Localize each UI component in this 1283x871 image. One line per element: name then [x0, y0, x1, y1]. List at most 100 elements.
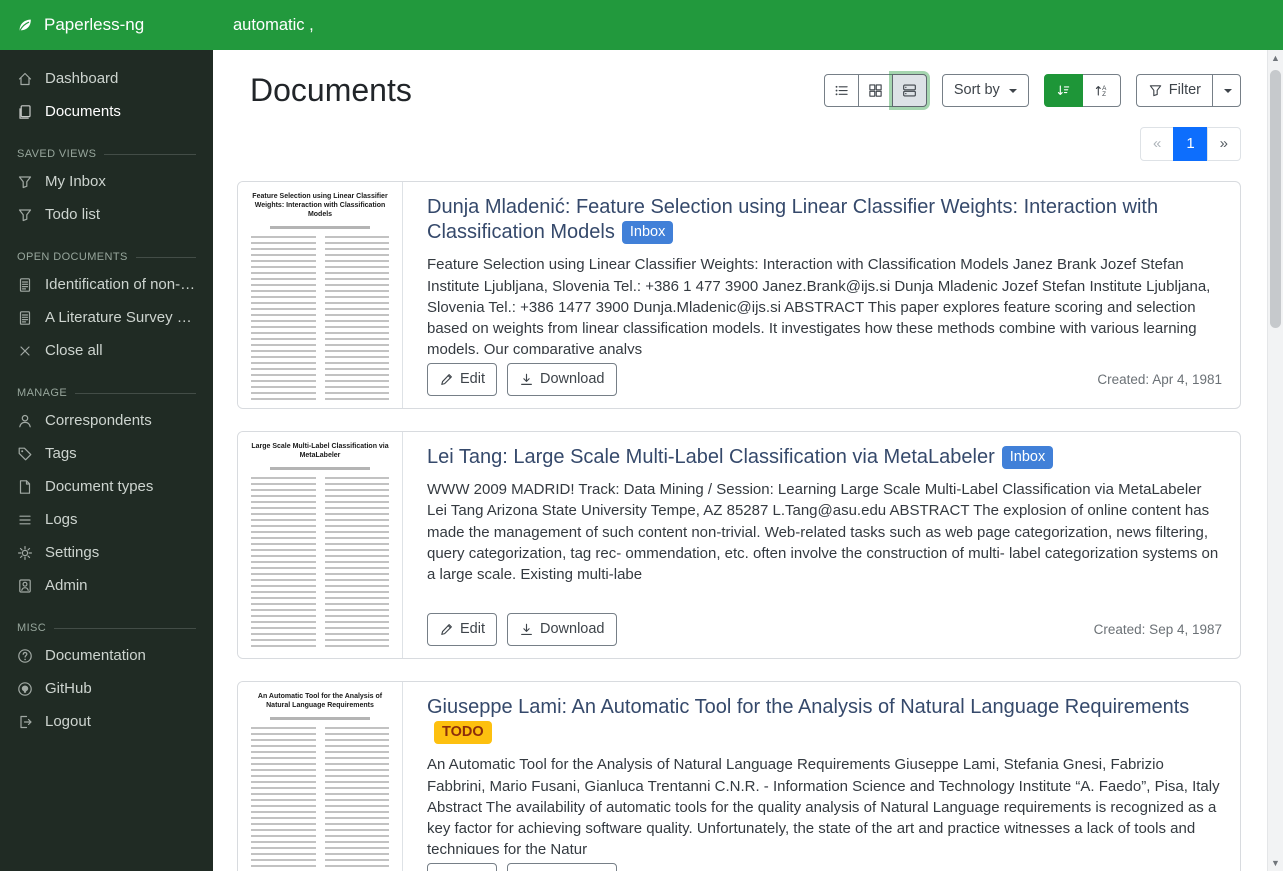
- sidebar-item-close-all[interactable]: Close all: [0, 334, 213, 367]
- sidebar-item-label: Todo list: [45, 206, 100, 223]
- sidebar-item-label: Dashboard: [45, 70, 118, 87]
- sidebar-item-label: GitHub: [45, 680, 92, 697]
- file-icon: [17, 479, 33, 495]
- sort-direction-group: [1044, 74, 1121, 107]
- documents-page: Documents Sort by: [213, 50, 1267, 871]
- sidebar-item-github[interactable]: GitHub: [0, 672, 213, 705]
- view-details-button[interactable]: [892, 74, 927, 107]
- tag-badge[interactable]: Inbox: [1002, 446, 1053, 469]
- sort-descending-button[interactable]: [1044, 74, 1083, 107]
- pagination-prev[interactable]: «: [1140, 127, 1174, 161]
- scroll-up-arrow-icon[interactable]: ▲: [1268, 50, 1283, 66]
- sidebar-item-label: My Inbox: [45, 173, 106, 190]
- sidebar-item-label: Logs: [45, 511, 78, 528]
- sidebar-item-label: Logout: [45, 713, 91, 730]
- created-date: Created: Sep 4, 1987: [1094, 622, 1222, 637]
- scroll-down-arrow-icon[interactable]: ▼: [1268, 855, 1283, 871]
- thumbnail-title: Feature Selection using Linear Classifie…: [251, 192, 389, 219]
- sidebar-item-documents[interactable]: Documents: [0, 95, 213, 128]
- filter-label: Filter: [1169, 80, 1201, 100]
- chevron-down-icon: [1224, 89, 1232, 93]
- list-view-icon: [834, 83, 849, 98]
- document-thumbnail[interactable]: Large Scale Multi-Label Classification v…: [238, 432, 403, 658]
- filter-button[interactable]: Filter: [1136, 74, 1213, 107]
- document-card: An Automatic Tool for the Analysis of Na…: [237, 681, 1241, 871]
- download-button[interactable]: Download: [507, 613, 617, 646]
- document-card: Large Scale Multi-Label Classification v…: [237, 431, 1241, 659]
- thumbnail-title: Large Scale Multi-Label Classification v…: [251, 442, 389, 460]
- sidebar-item-logout[interactable]: Logout: [0, 705, 213, 738]
- gear-icon: [17, 545, 33, 561]
- document-title: Giuseppe Lami: An Automatic Tool for the…: [427, 695, 1222, 747]
- filter-group: Filter: [1136, 74, 1241, 107]
- documents-toolbar: Sort by Filter: [824, 74, 1241, 107]
- sidebar-item-open-doc-identification[interactable]: Identification of non-fu...: [0, 268, 213, 301]
- document-title-link[interactable]: Lei Tang: Large Scale Multi-Label Classi…: [427, 446, 995, 468]
- created-date: Created: Apr 4, 1981: [1097, 372, 1222, 387]
- vertical-scrollbar[interactable]: ▲ ▼: [1267, 50, 1283, 871]
- document-excerpt: Feature Selection using Linear Classifie…: [427, 254, 1222, 353]
- thumbnail-title: An Automatic Tool for the Analysis of Na…: [251, 692, 389, 710]
- sidebar-item-documentation[interactable]: Documentation: [0, 639, 213, 672]
- tag-badge[interactable]: Inbox: [622, 221, 673, 244]
- sidebar-item-label: Correspondents: [45, 412, 152, 429]
- download-button[interactable]: Download: [507, 363, 617, 396]
- brand-link[interactable]: Paperless-ng: [0, 15, 213, 35]
- thumbnail-text-columns: [251, 727, 389, 871]
- sidebar-item-open-doc-literature-survey[interactable]: A Literature Survey on ...: [0, 301, 213, 334]
- top-navbar: Paperless-ng: [0, 0, 1283, 50]
- document-thumbnail[interactable]: An Automatic Tool for the Analysis of Na…: [238, 682, 403, 871]
- close-icon: [17, 343, 33, 359]
- download-icon: [519, 372, 534, 387]
- filter-dropdown-toggle[interactable]: [1212, 74, 1241, 107]
- sort-down-icon: [1056, 83, 1071, 98]
- page-title: Documents: [250, 72, 412, 109]
- pagination-page-1[interactable]: 1: [1173, 127, 1207, 161]
- chevron-down-icon: [1009, 89, 1017, 93]
- view-list-button[interactable]: [824, 74, 859, 107]
- sort-alpha-up-icon: [1094, 83, 1109, 98]
- document-title: Lei Tang: Large Scale Multi-Label Classi…: [427, 445, 1222, 471]
- document-thumbnail[interactable]: Feature Selection using Linear Classifie…: [238, 182, 403, 408]
- tag-badge[interactable]: TODO: [434, 721, 492, 744]
- file-text-icon: [17, 310, 33, 326]
- thumbnail-authors-line: [270, 467, 369, 470]
- download-button[interactable]: Download: [507, 863, 617, 871]
- pagination-next[interactable]: »: [1207, 127, 1241, 161]
- sidebar-item-label: Documents: [45, 103, 121, 120]
- pagination: « 1 »: [1140, 127, 1241, 161]
- funnel-icon: [1148, 83, 1163, 98]
- edit-button[interactable]: Edit: [427, 363, 497, 396]
- document-title-link[interactable]: Giuseppe Lami: An Automatic Tool for the…: [427, 696, 1189, 718]
- sidebar-item-logs[interactable]: Logs: [0, 503, 213, 536]
- sidebar-item-todo-list[interactable]: Todo list: [0, 198, 213, 231]
- document-card: Feature Selection using Linear Classifie…: [237, 181, 1241, 409]
- question-circle-icon: [17, 648, 33, 664]
- sidebar-item-label: Admin: [45, 577, 88, 594]
- sidebar-item-label: Close all: [45, 342, 103, 359]
- sidebar-item-my-inbox[interactable]: My Inbox: [0, 165, 213, 198]
- sidebar-item-settings[interactable]: Settings: [0, 536, 213, 569]
- sidebar-item-admin[interactable]: Admin: [0, 569, 213, 602]
- sidebar-item-document-types[interactable]: Document types: [0, 470, 213, 503]
- sidebar-item-dashboard[interactable]: Dashboard: [0, 62, 213, 95]
- funnel-icon: [17, 207, 33, 223]
- edit-button[interactable]: Edit: [427, 863, 497, 871]
- details-view-icon: [902, 83, 917, 98]
- pencil-icon: [439, 622, 454, 637]
- sidebar-section-misc: MISC: [17, 622, 196, 634]
- sidebar-item-tags[interactable]: Tags: [0, 437, 213, 470]
- sort-alphabetical-button[interactable]: [1082, 74, 1121, 107]
- sidebar-item-correspondents[interactable]: Correspondents: [0, 404, 213, 437]
- search-input[interactable]: [231, 15, 1247, 36]
- view-grid-button[interactable]: [858, 74, 893, 107]
- scrollbar-thumb[interactable]: [1270, 70, 1281, 328]
- edit-button[interactable]: Edit: [427, 613, 497, 646]
- document-title-link[interactable]: Dunja Mladenić: Feature Selection using …: [427, 196, 1158, 243]
- sidebar-item-label: Tags: [45, 445, 77, 462]
- thumbnail-text-columns: [251, 236, 389, 400]
- sort-by-dropdown[interactable]: Sort by: [942, 74, 1029, 107]
- sidebar-section-manage: MANAGE: [17, 387, 196, 399]
- list-icon: [17, 512, 33, 528]
- documents-icon: [17, 104, 33, 120]
